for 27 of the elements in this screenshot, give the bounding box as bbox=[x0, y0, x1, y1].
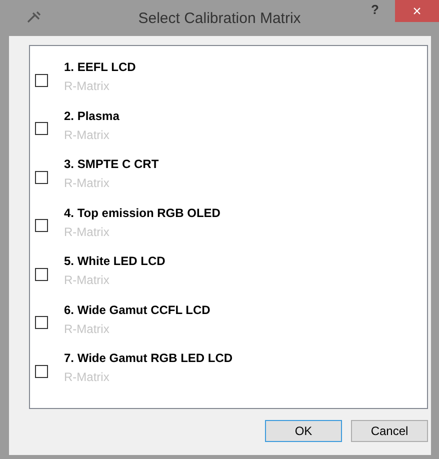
help-button[interactable]: ? bbox=[369, 2, 381, 17]
item-label: 5. White LED LCD bbox=[64, 253, 166, 270]
checkbox[interactable] bbox=[35, 170, 48, 184]
item-label: 3. SMPTE C CRT bbox=[64, 156, 159, 174]
tools-icon bbox=[27, 11, 41, 23]
item-label: 1. EEFL LCD bbox=[64, 59, 136, 76]
ok-button[interactable]: OK bbox=[265, 420, 342, 442]
cancel-button[interactable]: Cancel bbox=[351, 420, 428, 442]
checkbox[interactable] bbox=[35, 316, 48, 330]
window-title: Select Calibration Matrix bbox=[138, 10, 301, 26]
close-button[interactable]: × bbox=[395, 0, 439, 22]
checkbox[interactable] bbox=[35, 268, 48, 281]
item-subtitle: R-Matrix bbox=[64, 320, 110, 338]
checkbox[interactable] bbox=[35, 74, 48, 87]
item-label: 4. Top emission RGB OLED bbox=[64, 204, 220, 222]
item-subtitle: R-Matrix bbox=[64, 272, 110, 290]
item-subtitle: R-Matrix bbox=[64, 126, 110, 144]
item-subtitle: R-Matrix bbox=[64, 369, 110, 386]
item-subtitle: R-Matrix bbox=[64, 78, 110, 96]
item-label: 7. Wide Gamut RGB LED LCD bbox=[64, 350, 233, 368]
item-subtitle: R-Matrix bbox=[64, 224, 110, 241]
item-subtitle: R-Matrix bbox=[64, 175, 110, 192]
checkbox[interactable] bbox=[35, 219, 48, 232]
checkbox[interactable] bbox=[35, 364, 48, 378]
item-label: 2. Plasma bbox=[64, 108, 120, 125]
checkbox[interactable] bbox=[35, 122, 48, 136]
item-label: 6. Wide Gamut CCFL LCD bbox=[64, 302, 210, 319]
